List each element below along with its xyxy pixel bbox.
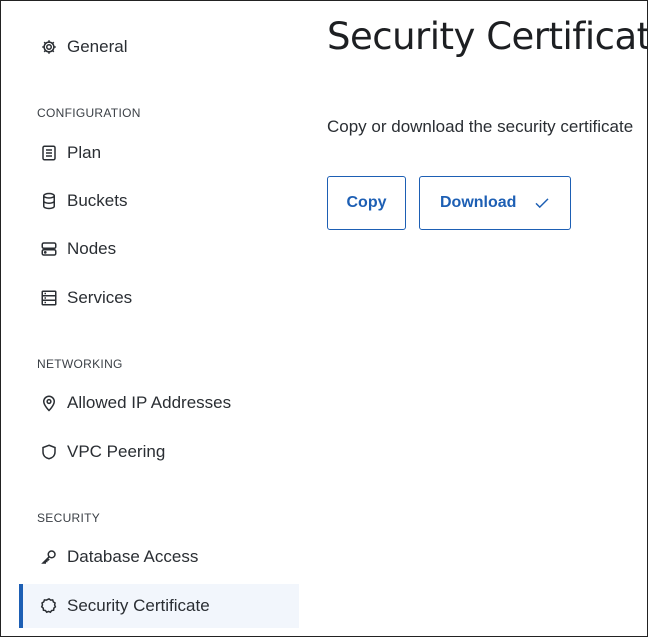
section-heading-security: SECURITY [37, 511, 101, 525]
sidebar: General CONFIGURATION Plan Buckets Nodes [1, 1, 301, 636]
page-title: Security Certificate [327, 15, 648, 58]
sidebar-item-label: General [67, 37, 128, 56]
certificate-icon [39, 596, 59, 616]
key-icon [39, 547, 59, 567]
sidebar-item-label: Security Certificate [67, 596, 210, 615]
sidebar-item-label: Database Access [67, 547, 199, 566]
sidebar-item-label: Services [67, 288, 133, 307]
rack-icon [39, 288, 59, 308]
app-window: General CONFIGURATION Plan Buckets Nodes [0, 0, 648, 637]
sidebar-item-label: Nodes [67, 239, 117, 258]
sidebar-item-nodes[interactable]: Nodes [19, 227, 299, 271]
sidebar-item-general[interactable]: General [19, 25, 299, 69]
shield-icon [39, 442, 59, 462]
location-pin-icon [39, 393, 59, 413]
list-icon [39, 143, 59, 163]
sidebar-item-vpc-peering[interactable]: VPC Peering [19, 430, 299, 474]
main-content: Security Certificate Copy or download th… [327, 1, 648, 636]
download-button-label: Download [440, 194, 517, 211]
sidebar-item-services[interactable]: Services [19, 276, 299, 320]
page-description: Copy or download the security certificat… [327, 117, 634, 136]
sidebar-item-label: Buckets [67, 191, 128, 210]
sidebar-item-label: Allowed IP Addresses [67, 393, 232, 412]
sidebar-item-database-access[interactable]: Database Access [19, 535, 299, 579]
section-heading-networking: NETWORKING [37, 357, 123, 371]
sidebar-item-allowed-ip-addresses[interactable]: Allowed IP Addresses [19, 381, 299, 425]
sidebar-item-buckets[interactable]: Buckets [19, 179, 299, 223]
copy-button[interactable]: Copy [327, 176, 406, 230]
copy-button-label: Copy [346, 194, 387, 211]
sidebar-item-label: Plan [67, 143, 102, 162]
server-icon [39, 239, 59, 259]
download-button[interactable]: Download [419, 176, 571, 230]
section-heading-configuration: CONFIGURATION [37, 106, 141, 120]
database-icon [39, 191, 59, 211]
sidebar-item-security-certificate[interactable]: Security Certificate [19, 584, 299, 628]
gear-icon [39, 37, 59, 57]
check-icon [535, 198, 549, 209]
sidebar-item-plan[interactable]: Plan [19, 131, 299, 175]
sidebar-item-label: VPC Peering [67, 442, 166, 461]
